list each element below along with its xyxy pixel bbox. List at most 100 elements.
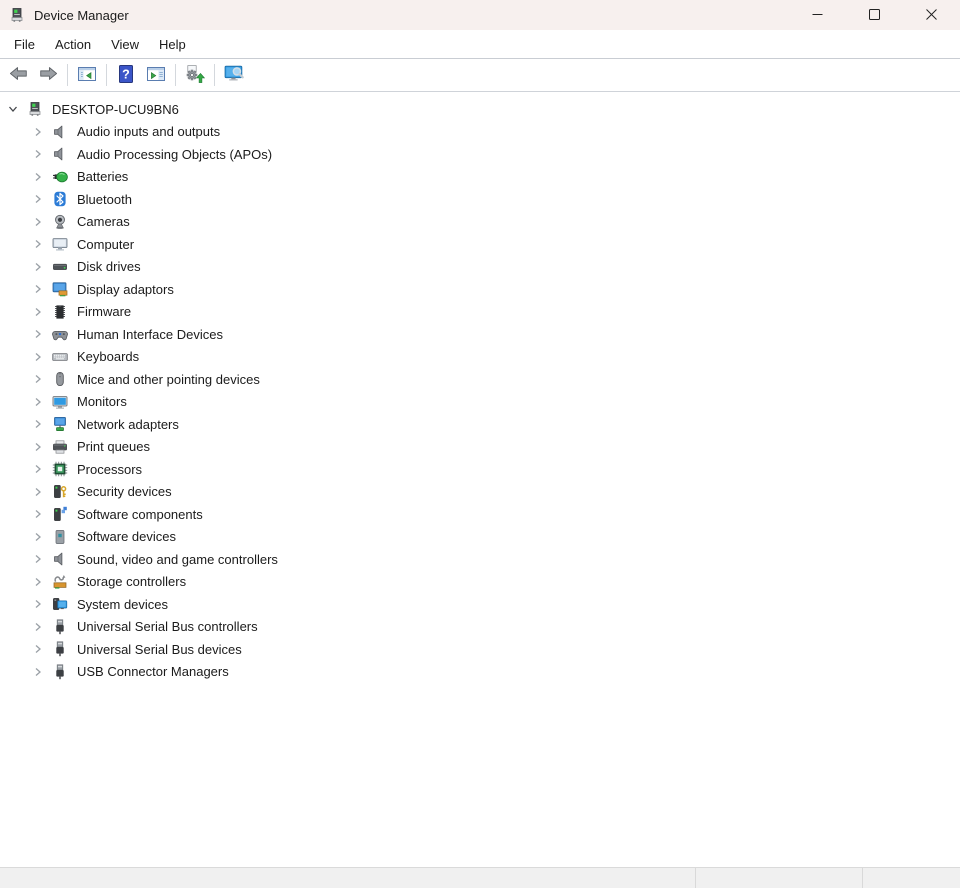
usb-icon bbox=[52, 664, 68, 680]
chevron-right-icon[interactable] bbox=[30, 439, 46, 455]
chevron-right-icon[interactable] bbox=[30, 416, 46, 432]
chevron-right-icon[interactable] bbox=[30, 169, 46, 185]
tree-item[interactable]: Display adaptors bbox=[0, 278, 960, 301]
computer-root-icon bbox=[27, 101, 43, 117]
tree-item[interactable]: Audio inputs and outputs bbox=[0, 121, 960, 144]
chevron-right-icon[interactable] bbox=[30, 394, 46, 410]
tree-item[interactable]: Universal Serial Bus controllers bbox=[0, 616, 960, 639]
speaker-icon bbox=[52, 124, 68, 140]
tree-item[interactable]: Bluetooth bbox=[0, 188, 960, 211]
show-action-pane-button[interactable] bbox=[142, 62, 170, 89]
tree-item[interactable]: Firmware bbox=[0, 301, 960, 324]
close-button[interactable] bbox=[903, 0, 960, 30]
window-title: Device Manager bbox=[34, 8, 789, 23]
forward-button[interactable] bbox=[34, 62, 62, 89]
tree-item[interactable]: Keyboards bbox=[0, 346, 960, 369]
chevron-right-icon[interactable] bbox=[30, 236, 46, 252]
menu-action[interactable]: Action bbox=[45, 32, 101, 57]
menu-help[interactable]: Help bbox=[149, 32, 196, 57]
chevron-right-icon[interactable] bbox=[30, 349, 46, 365]
chevron-right-icon[interactable] bbox=[30, 574, 46, 590]
chevron-right-icon[interactable] bbox=[30, 664, 46, 680]
tree-item[interactable]: Security devices bbox=[0, 481, 960, 504]
chevron-right-icon[interactable] bbox=[30, 326, 46, 342]
chevron-right-icon[interactable] bbox=[30, 641, 46, 657]
chevron-right-icon[interactable] bbox=[30, 596, 46, 612]
computer-icon bbox=[52, 236, 68, 252]
tree-root-computer[interactable]: DESKTOP-UCU9BN6 bbox=[0, 98, 960, 121]
svg-text:?: ? bbox=[122, 67, 130, 81]
network-icon bbox=[52, 416, 68, 432]
tree-item[interactable]: Processors bbox=[0, 458, 960, 481]
menubar: FileActionViewHelp bbox=[0, 30, 960, 59]
device-manager-window: Device Manager FileActionViewHelp ? DESK… bbox=[0, 0, 960, 888]
forward-icon bbox=[39, 64, 58, 86]
maximize-button[interactable] bbox=[846, 0, 903, 30]
chevron-right-icon[interactable] bbox=[30, 191, 46, 207]
chevron-right-icon[interactable] bbox=[30, 304, 46, 320]
chevron-right-icon[interactable] bbox=[30, 124, 46, 140]
tree-item[interactable]: Software devices bbox=[0, 526, 960, 549]
toolbar-separator bbox=[106, 64, 107, 86]
show-console-tree-icon bbox=[77, 64, 97, 87]
tree-item[interactable]: Computer bbox=[0, 233, 960, 256]
menu-file[interactable]: File bbox=[4, 32, 45, 57]
tree-item[interactable]: System devices bbox=[0, 593, 960, 616]
tree-item[interactable]: Disk drives bbox=[0, 256, 960, 279]
printer-icon bbox=[52, 439, 68, 455]
keyboard-icon bbox=[52, 349, 68, 365]
tree-item[interactable]: Cameras bbox=[0, 211, 960, 234]
tree-item[interactable]: Universal Serial Bus devices bbox=[0, 638, 960, 661]
chevron-right-icon[interactable] bbox=[30, 484, 46, 500]
tree-item[interactable]: USB Connector Managers bbox=[0, 661, 960, 684]
chevron-right-icon[interactable] bbox=[30, 461, 46, 477]
mouse-icon bbox=[52, 371, 68, 387]
chevron-right-icon[interactable] bbox=[30, 551, 46, 567]
chevron-right-icon[interactable] bbox=[30, 506, 46, 522]
toolbar: ? bbox=[0, 59, 960, 92]
tree-item[interactable]: Network adapters bbox=[0, 413, 960, 436]
tree-item[interactable]: Storage controllers bbox=[0, 571, 960, 594]
chevron-right-icon[interactable] bbox=[30, 214, 46, 230]
minimize-button[interactable] bbox=[789, 0, 846, 30]
scan-hardware-changes-button[interactable] bbox=[220, 62, 248, 89]
scan-hardware-changes-icon bbox=[224, 63, 245, 87]
tree-item[interactable]: Print queues bbox=[0, 436, 960, 459]
back-button[interactable] bbox=[4, 62, 32, 89]
chevron-right-icon[interactable] bbox=[30, 146, 46, 162]
firmware-icon bbox=[52, 304, 68, 320]
device-manager-app-icon bbox=[9, 7, 25, 23]
chevron-right-icon[interactable] bbox=[30, 619, 46, 635]
chevron-right-icon[interactable] bbox=[30, 529, 46, 545]
system-icon bbox=[52, 596, 68, 612]
toolbar-separator bbox=[175, 64, 176, 86]
toolbar-separator bbox=[67, 64, 68, 86]
usb-icon bbox=[52, 641, 68, 657]
help-icon: ? bbox=[116, 64, 136, 87]
close-icon bbox=[926, 8, 937, 23]
tree-item[interactable]: Monitors bbox=[0, 391, 960, 414]
show-action-pane-icon bbox=[146, 64, 166, 87]
back-icon bbox=[9, 64, 28, 86]
update-driver-button[interactable] bbox=[181, 62, 209, 89]
processor-icon bbox=[52, 461, 68, 477]
tree-item[interactable]: Software components bbox=[0, 503, 960, 526]
monitor-icon bbox=[52, 394, 68, 410]
chevron-right-icon[interactable] bbox=[30, 281, 46, 297]
security-icon bbox=[52, 484, 68, 500]
menu-view[interactable]: View bbox=[101, 32, 149, 57]
camera-icon bbox=[52, 214, 68, 230]
help-button[interactable]: ? bbox=[112, 62, 140, 89]
tree-item[interactable]: Audio Processing Objects (APOs) bbox=[0, 143, 960, 166]
tree-item[interactable]: Human Interface Devices bbox=[0, 323, 960, 346]
show-console-tree-button[interactable] bbox=[73, 62, 101, 89]
tree-item[interactable]: Batteries bbox=[0, 166, 960, 189]
chevron-down-icon[interactable] bbox=[5, 101, 21, 117]
tree-item[interactable]: Sound, video and game controllers bbox=[0, 548, 960, 571]
tree-item[interactable]: Mice and other pointing devices bbox=[0, 368, 960, 391]
chevron-right-icon[interactable] bbox=[30, 259, 46, 275]
statusbar bbox=[0, 867, 960, 888]
chevron-right-icon[interactable] bbox=[30, 371, 46, 387]
usb-icon bbox=[52, 619, 68, 635]
caption-buttons bbox=[789, 0, 960, 30]
